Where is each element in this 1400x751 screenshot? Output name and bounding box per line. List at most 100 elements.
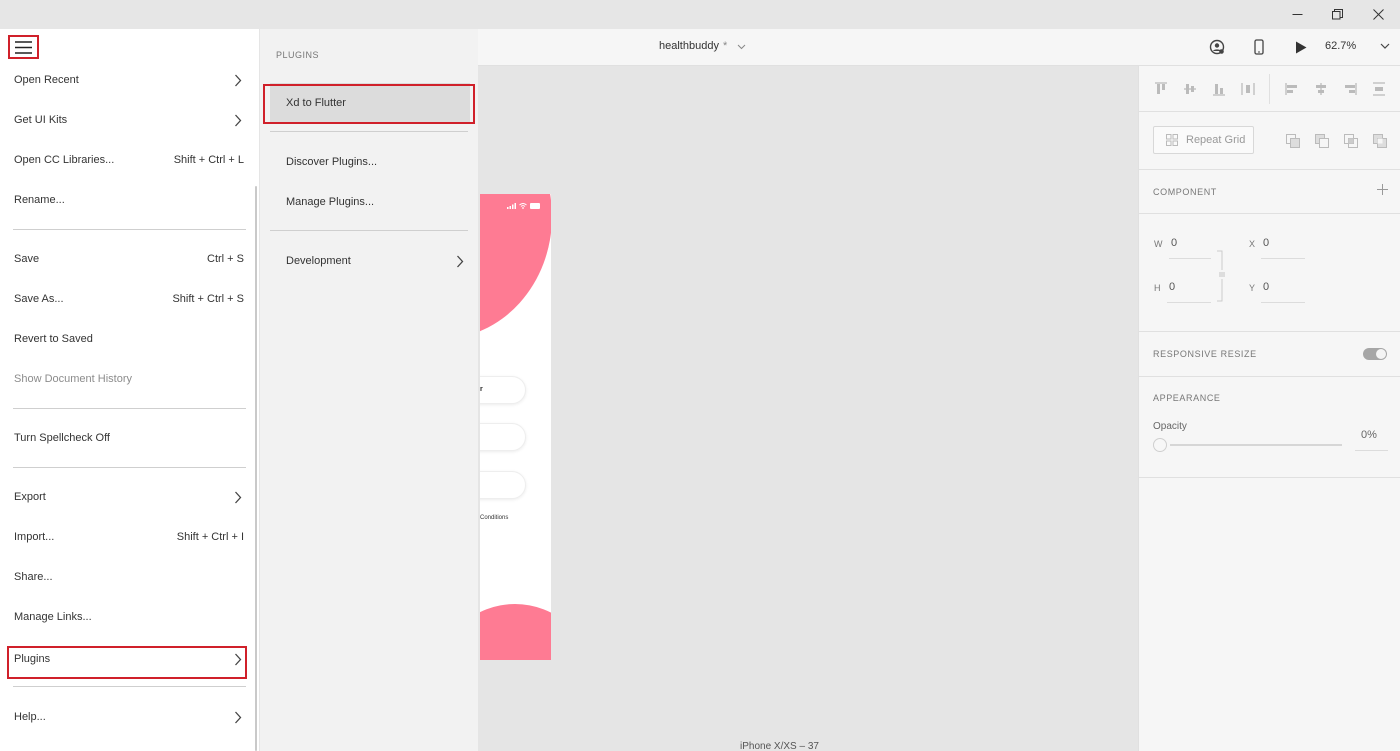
hamburger-icon [15,40,32,54]
document-title[interactable]: healthbuddy * [659,40,746,52]
zoom-level[interactable]: 62.7% [1325,40,1356,52]
menu-item-revert-to-saved[interactable]: Revert to Saved [0,319,259,359]
boolean-intersect-icon[interactable] [1344,134,1358,148]
artboard-input-text: r [480,386,483,393]
menu-item-rename[interactable]: Rename... [0,180,259,220]
hamburger-menu-button[interactable] [8,35,39,59]
section-divider [1139,213,1400,214]
device-preview-icon[interactable] [1250,38,1268,56]
property-inspector: Repeat Grid COMPONENT W 0 X 0 H 0 Y 0 RE… [1138,66,1400,751]
distribute-vertical-icon[interactable] [1372,82,1386,96]
menu-item-shortcut: Shift + Ctrl + I [176,531,244,543]
menu-item-shortcut: Shift + Ctrl + L [173,154,244,166]
chevron-right-icon [235,711,242,723]
menu-item-label: Help... [14,711,46,723]
add-component-icon[interactable] [1377,184,1388,195]
design-canvas[interactable]: r Conditions iPhone X/XS – 37 [478,66,1138,751]
opacity-field[interactable]: 0% [1361,429,1377,441]
height-underline [1167,302,1211,303]
menu-item-label: Open Recent [14,74,79,86]
menu-item-open-recent[interactable]: Open Recent [0,60,259,100]
chevron-right-icon [457,255,464,267]
grid-icon [1166,134,1178,146]
menu-item-label: Export [14,491,46,503]
wifi-icon [519,203,527,209]
menu-item-label: Rename... [14,194,65,206]
menu-item-get-ui-kits[interactable]: Get UI Kits [0,100,259,140]
y-field[interactable]: 0 [1263,281,1269,293]
x-underline [1261,258,1305,259]
repeat-grid-label: Repeat Grid [1186,134,1246,146]
account-icon[interactable] [1208,38,1226,56]
height-field[interactable]: 0 [1169,281,1175,293]
responsive-resize-toggle[interactable] [1363,348,1387,360]
distribute-horizontal-icon[interactable] [1241,82,1255,96]
submenu-item-label: Development [286,255,351,267]
xd-to-flutter-highlight-box [263,84,475,124]
align-left-icon[interactable] [1285,82,1299,96]
play-icon[interactable] [1292,38,1310,56]
menu-item-manage-links[interactable]: Manage Links... [0,597,259,637]
menu-item-share[interactable]: Share... [0,557,259,597]
x-field[interactable]: 0 [1263,237,1269,249]
component-section-title: COMPONENT [1153,187,1217,197]
menu-scrollbar[interactable] [255,186,257,751]
minimize-icon[interactable] [1277,0,1317,29]
artboard[interactable]: r Conditions [480,194,551,660]
menu-item-label: Turn Spellcheck Off [14,432,110,444]
repeat-grid-button[interactable]: Repeat Grid [1153,126,1254,154]
menu-item-label: Get UI Kits [14,114,68,126]
opacity-slider-handle[interactable] [1153,438,1167,452]
main-menu: Open Recent Get UI Kits Open CC Librarie… [0,29,259,751]
menu-item-label: Share... [14,571,53,583]
align-center-icon[interactable] [1314,82,1328,96]
artboard-shape-top [480,194,551,339]
align-bottom-icon[interactable] [1212,82,1226,96]
submenu-item-discover-plugins[interactable]: Discover Plugins... [270,142,470,182]
menu-item-show-document-history: Show Document History [0,359,259,399]
artboard-conditions-text: Conditions [480,515,509,521]
align-top-icon[interactable] [1154,82,1168,96]
menu-item-export[interactable]: Export [0,477,259,517]
submenu-item-label: Discover Plugins... [286,156,378,168]
menu-item-import[interactable]: Import... Shift + Ctrl + I [0,517,259,557]
menu-item-label: Revert to Saved [14,333,93,345]
y-underline [1261,302,1305,303]
menu-item-save[interactable]: Save Ctrl + S [0,239,259,279]
menu-separator [13,686,246,687]
restore-icon[interactable] [1317,0,1357,29]
opacity-underline [1355,450,1388,451]
menu-separator [13,229,246,230]
status-bar-icons [507,203,541,209]
width-underline [1169,258,1211,259]
y-label: Y [1249,283,1256,293]
artboard-shape-bottom [480,604,551,660]
repeat-grid-row: Repeat Grid [1139,112,1400,170]
lock-aspect-icon[interactable] [1215,250,1227,302]
menu-item-open-cc-libraries[interactable]: Open CC Libraries... Shift + Ctrl + L [0,140,259,180]
align-middle-icon[interactable] [1183,82,1197,96]
chevron-right-icon [235,114,242,126]
artboard-input-2 [480,423,526,451]
submenu-item-label: Manage Plugins... [286,196,375,208]
close-icon[interactable] [1358,0,1398,29]
align-divider [1269,74,1270,104]
boolean-add-icon[interactable] [1286,134,1300,148]
artboard-input-1 [480,376,526,404]
align-right-icon[interactable] [1343,82,1357,96]
submenu-item-manage-plugins[interactable]: Manage Plugins... [270,182,470,222]
plugins-submenu: PLUGINS Xd to Flutter Discover Plugins..… [260,29,478,751]
chevron-down-icon[interactable] [1380,41,1390,51]
boolean-exclude-icon[interactable] [1373,134,1387,148]
menu-item-save-as[interactable]: Save As... Shift + Ctrl + S [0,279,259,319]
submenu-item-development[interactable]: Development [270,241,470,281]
menu-item-label: Show Document History [14,373,132,385]
artboard-name[interactable]: iPhone X/XS – 37 [740,741,819,751]
menu-item-help[interactable]: Help... [0,697,259,737]
x-label: X [1249,239,1256,249]
opacity-slider-track[interactable] [1170,444,1342,446]
menu-item-turn-spellcheck-off[interactable]: Turn Spellcheck Off [0,418,259,458]
width-field[interactable]: 0 [1171,237,1177,249]
menu-item-label: Import... [14,531,55,543]
boolean-subtract-icon[interactable] [1315,134,1329,148]
